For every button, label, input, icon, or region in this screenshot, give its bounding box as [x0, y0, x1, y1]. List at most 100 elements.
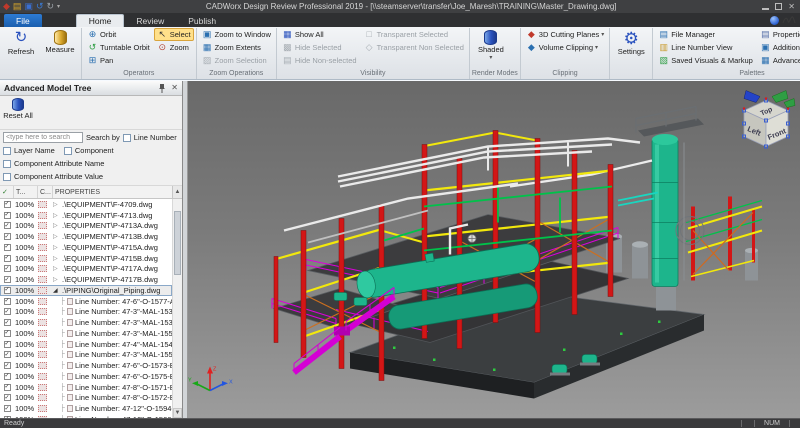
- tree-row-drawing[interactable]: 100%▷.\EQUIPMENT\P-4715A.dwg: [0, 242, 172, 253]
- row-color-swatch[interactable]: [38, 308, 47, 315]
- select-button[interactable]: ↖Select: [154, 28, 194, 41]
- tree-row-line-number[interactable]: 100%├Line Number: 47-6"-O-1575-B2: [0, 371, 172, 382]
- row-visibility-checkbox[interactable]: [4, 244, 11, 251]
- row-visibility-checkbox[interactable]: [4, 351, 11, 358]
- tree-row-line-number[interactable]: 100%├Line Number: 47-8"-O-1571-B2: [0, 382, 172, 393]
- row-visibility-checkbox[interactable]: [4, 330, 11, 337]
- row-color-swatch[interactable]: [38, 341, 47, 348]
- expand-collapsed-icon[interactable]: ▷: [53, 201, 60, 208]
- expand-collapsed-icon[interactable]: ▷: [53, 265, 60, 272]
- row-color-swatch[interactable]: [38, 222, 47, 229]
- row-visibility-checkbox[interactable]: [4, 287, 11, 294]
- measure-button[interactable]: Measure: [41, 28, 79, 56]
- rotate-left-arrow-icon[interactable]: [744, 91, 760, 103]
- row-color-swatch[interactable]: [38, 416, 47, 418]
- select-all-check-icon[interactable]: ✓: [2, 188, 8, 196]
- tree-row-line-number[interactable]: 100%├Line Number: 47-12"-O-1594-A2: [0, 403, 172, 414]
- expand-collapsed-icon[interactable]: ▷: [53, 276, 60, 283]
- component-attribute-name-checkbox[interactable]: [3, 160, 11, 168]
- tree-row-drawing[interactable]: 100%▷.\EQUIPMENT\P-4715B.dwg: [0, 253, 172, 264]
- undo-icon[interactable]: ↺: [36, 2, 44, 11]
- line-number-checkbox[interactable]: [123, 134, 131, 142]
- 3d-cutting-planes-button[interactable]: ◆3D Cutting Planes▾: [523, 28, 607, 41]
- tree-row-line-number[interactable]: 100%├Line Number: 47-3"-MAL-1551-B3: [0, 328, 172, 339]
- expand-collapsed-icon[interactable]: ▷: [53, 233, 60, 240]
- layer-name-checkbox[interactable]: [3, 147, 11, 155]
- expand-collapsed-icon[interactable]: ▷: [53, 212, 60, 219]
- expand-collapsed-icon[interactable]: ▷: [53, 244, 60, 251]
- row-visibility-checkbox[interactable]: [4, 405, 11, 412]
- row-visibility-checkbox[interactable]: [4, 416, 11, 418]
- component-attribute-value-checkbox[interactable]: [3, 173, 11, 181]
- tree-row-line-number[interactable]: 100%├Line Number: 47-10"-O-1566-A2: [0, 414, 172, 418]
- viewport[interactable]: Top Left Front Z Y X: [188, 81, 800, 418]
- row-color-swatch[interactable]: [38, 351, 47, 358]
- restore-button[interactable]: [775, 3, 782, 10]
- expand-collapsed-icon[interactable]: ▷: [53, 222, 60, 229]
- tree-row-drawing[interactable]: 100%▷.\EQUIPMENT\P-4717B.dwg: [0, 274, 172, 285]
- row-color-swatch[interactable]: [38, 255, 47, 262]
- row-visibility-checkbox[interactable]: [4, 201, 11, 208]
- tab-home[interactable]: Home: [76, 14, 125, 27]
- row-visibility-checkbox[interactable]: [4, 255, 11, 262]
- row-color-swatch[interactable]: [38, 394, 47, 401]
- row-color-swatch[interactable]: [38, 319, 47, 326]
- turntable-orbit-button[interactable]: ↺Turntable Orbit: [84, 41, 153, 54]
- row-color-swatch[interactable]: [38, 265, 47, 272]
- row-color-swatch[interactable]: [38, 201, 47, 208]
- row-visibility-checkbox[interactable]: [4, 362, 11, 369]
- row-color-swatch[interactable]: [38, 233, 47, 240]
- minimize-button[interactable]: [762, 3, 769, 10]
- expand-collapsed-icon[interactable]: ▷: [53, 255, 60, 262]
- zoom-extents-button[interactable]: ▦Zoom Extents: [199, 41, 274, 54]
- 3d-model-canvas[interactable]: Top Left Front Z Y X: [188, 81, 800, 418]
- tree-row-drawing[interactable]: 100%▷.\EQUIPMENT\F-4709.dwg: [0, 199, 172, 210]
- scroll-down-arrow[interactable]: ▼: [173, 408, 182, 418]
- properties-button[interactable]: ▤Properties: [757, 28, 800, 41]
- tree-row-line-number[interactable]: 100%├Line Number: 47-3"-MAL-1539-B3: [0, 317, 172, 328]
- saved-visuals-markup-button[interactable]: ▧Saved Visuals & Markup: [655, 54, 756, 67]
- row-color-swatch[interactable]: [38, 384, 47, 391]
- row-visibility-checkbox[interactable]: [4, 384, 11, 391]
- reset-all-button[interactable]: Reset All: [2, 98, 34, 120]
- color-column-header[interactable]: C...: [38, 186, 53, 198]
- panel-close-icon[interactable]: ✕: [171, 84, 178, 92]
- row-color-swatch[interactable]: [38, 276, 47, 283]
- row-color-swatch[interactable]: [38, 244, 47, 251]
- tree-row-line-number[interactable]: 100%├Line Number: 47-4"-MAL-1548-A3: [0, 339, 172, 350]
- row-visibility-checkbox[interactable]: [4, 276, 11, 283]
- tree-row-drawing[interactable]: 100%▷.\EQUIPMENT\P-4713A.dwg: [0, 221, 172, 232]
- row-color-swatch[interactable]: [38, 405, 47, 412]
- save-icon[interactable]: ▣: [24, 2, 33, 11]
- row-color-swatch[interactable]: [38, 287, 47, 294]
- rotate-down-arrow-icon[interactable]: [784, 99, 795, 108]
- tree-row-line-number[interactable]: 100%├Line Number: 47-6"-O-1573-B2: [0, 360, 172, 371]
- zoom-button[interactable]: ⊙Zoom: [154, 41, 194, 54]
- tab-file[interactable]: File: [4, 14, 42, 27]
- rotate-right-arrow-icon[interactable]: [772, 91, 788, 103]
- additional-view-button[interactable]: ▣Additional View: [757, 41, 800, 54]
- file-manager-button[interactable]: ▤File Manager: [655, 28, 756, 41]
- tree-row-line-number[interactable]: 100%├Line Number: 47-3"-MAL-1531-B3: [0, 307, 172, 318]
- volume-clipping-button[interactable]: ◆Volume Clipping▾: [523, 41, 607, 54]
- tree-row-drawing[interactable]: 100%▷.\EQUIPMENT\F-4713.dwg: [0, 210, 172, 221]
- tab-review[interactable]: Review: [124, 14, 176, 27]
- properties-column-header[interactable]: PROPERTIES: [53, 186, 172, 198]
- tree-scrollbar[interactable]: ▼: [172, 199, 182, 418]
- row-color-swatch[interactable]: [38, 330, 47, 337]
- open-icon[interactable]: ▤: [13, 2, 22, 11]
- row-visibility-checkbox[interactable]: [4, 341, 11, 348]
- show-all-button[interactable]: ▦Show All: [279, 28, 360, 41]
- component-checkbox[interactable]: [64, 147, 72, 155]
- search-input[interactable]: [3, 132, 83, 143]
- tree-row-drawing[interactable]: 100%▷.\EQUIPMENT\P-4717A.dwg: [0, 264, 172, 275]
- close-button[interactable]: ✕: [788, 3, 795, 11]
- row-visibility-checkbox[interactable]: [4, 319, 11, 326]
- tree-row-line-number[interactable]: 100%├Line Number: 47-8"-O-1572-B2: [0, 393, 172, 404]
- pan-button[interactable]: ⊞Pan: [84, 54, 153, 67]
- line-number-view-button[interactable]: ▥Line Number View: [655, 41, 756, 54]
- view-cube[interactable]: Top Left Front: [743, 91, 796, 149]
- tree-row-drawing[interactable]: 100%▷.\EQUIPMENT\P-4713B.dwg: [0, 231, 172, 242]
- tab-publish[interactable]: Publish: [176, 14, 228, 27]
- pin-icon[interactable]: [158, 84, 166, 93]
